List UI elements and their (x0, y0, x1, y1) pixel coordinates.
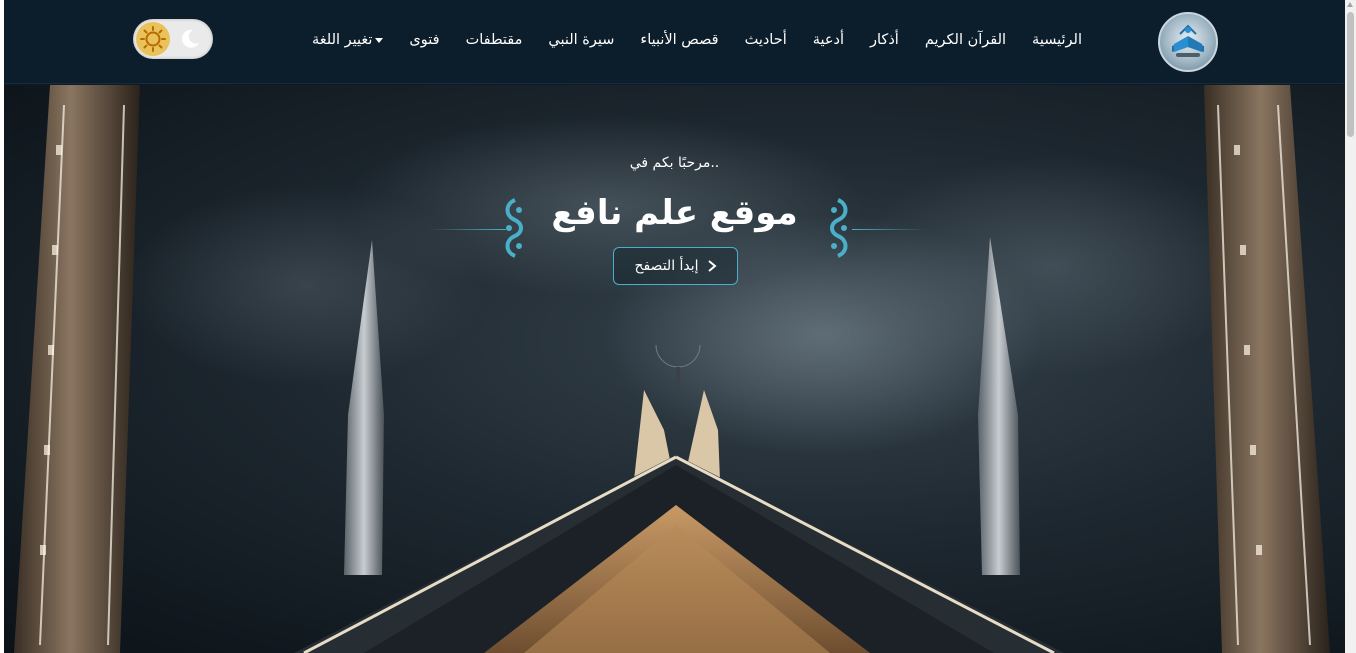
nav-adhkar[interactable]: أذكار (857, 28, 912, 52)
site-logo[interactable] (1158, 12, 1218, 72)
hero-section: مرحبًا بكم في.. موقع علم نافع إبدأ التصف… (4, 85, 1345, 653)
nav-hadiths[interactable]: أحاديث (732, 28, 800, 52)
nav-home[interactable]: الرئيسية (1019, 28, 1095, 52)
theme-toggle[interactable] (133, 19, 213, 59)
language-dropdown[interactable]: تغيير اللغة (299, 28, 396, 52)
welcome-text: مرحبًا بكم في.. (629, 155, 720, 171)
nav-duas[interactable]: أدعية (800, 28, 857, 52)
nav-fatwa[interactable]: فتوى (396, 28, 452, 52)
start-browsing-label: إبدأ التصفح (634, 258, 699, 274)
scrollbar-thumb[interactable] (1347, 12, 1354, 137)
caret-down-icon (375, 38, 384, 43)
scroll-up-arrow-icon[interactable] (1347, 2, 1353, 7)
language-label: تغيير اللغة (312, 32, 373, 48)
site-title: موقع علم نافع (551, 193, 798, 233)
vertical-scrollbar[interactable] (1345, 0, 1356, 653)
moon-icon (182, 29, 199, 48)
start-browsing-button[interactable]: إبدأ التصفح (613, 247, 738, 285)
main-nav: الرئيسية القرآن الكريم أذكار أدعية أحادي… (299, 28, 1095, 52)
nav-prophets-stories[interactable]: قصص الأنبياء (627, 28, 731, 52)
nav-quran[interactable]: القرآن الكريم (912, 28, 1019, 52)
open-book-logo-icon (1172, 24, 1204, 57)
nav-excerpts[interactable]: مقتطفات (453, 28, 536, 52)
navbar: الرئيسية القرآن الكريم أذكار أدعية أحادي… (4, 0, 1345, 84)
sun-icon (136, 22, 170, 56)
page: الرئيسية القرآن الكريم أذكار أدعية أحادي… (4, 0, 1345, 653)
nav-prophet-biography[interactable]: سيرة النبي (535, 28, 627, 52)
chevron-right-icon (707, 260, 717, 272)
